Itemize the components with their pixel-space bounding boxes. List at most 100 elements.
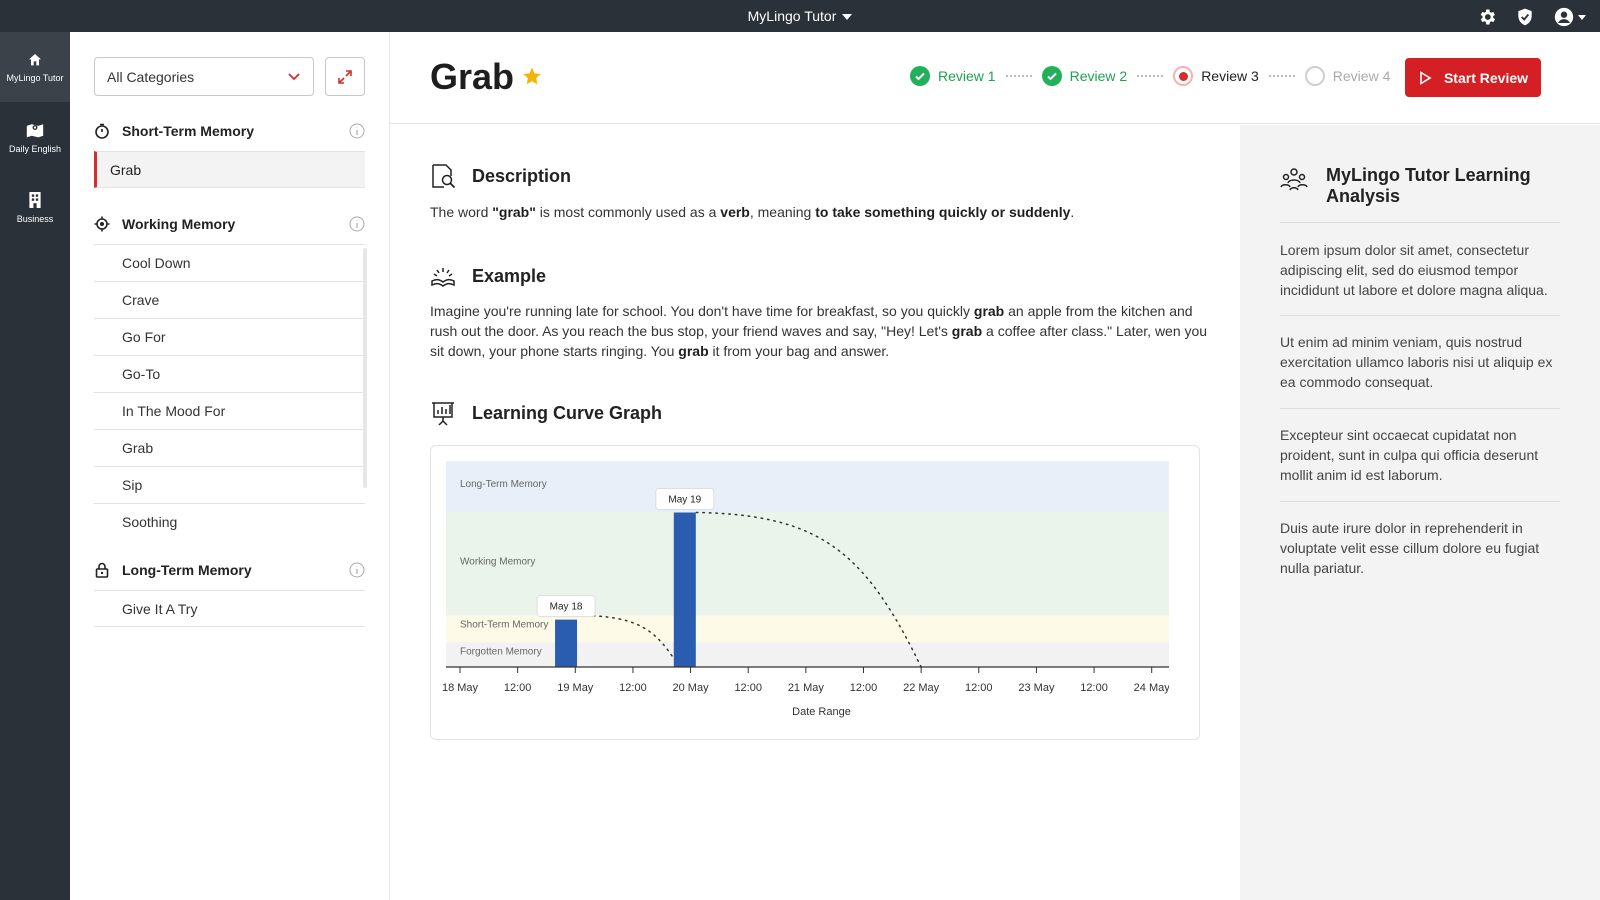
- x-tick-label: 12:00: [734, 682, 762, 694]
- list-item[interactable]: Soothing: [94, 503, 365, 540]
- lock-icon: [94, 562, 110, 578]
- band-long-term-memory: [446, 461, 1169, 513]
- rail-item-daily-english[interactable]: Daily English: [0, 102, 70, 172]
- group-title: Long-Term Memory: [122, 562, 252, 578]
- text-segment: grab: [678, 343, 709, 359]
- category-select-value: All Categories: [107, 68, 195, 85]
- list-item[interactable]: Give It A Try: [94, 590, 365, 627]
- list-item[interactable]: Sip: [94, 466, 365, 503]
- check-circle-icon: [1041, 66, 1062, 86]
- x-tick-label: 12:00: [965, 682, 993, 694]
- bar-label: May 18: [550, 602, 583, 613]
- step-review-4[interactable]: Review 4: [1304, 66, 1391, 86]
- text-segment: The word: [430, 204, 493, 220]
- step-connector: [1137, 75, 1164, 77]
- x-tick-label: 22 May: [903, 682, 940, 694]
- stopwatch-icon: [94, 123, 110, 139]
- step-connector: [1005, 75, 1032, 77]
- x-tick-label: 21 May: [788, 682, 825, 694]
- x-tick-label: 12:00: [850, 682, 878, 694]
- category-panel: All Categories Short-Term Memory Grab Wo…: [70, 32, 390, 900]
- badge-check-icon[interactable]: [1515, 7, 1535, 27]
- chevron-down-icon: [288, 73, 300, 81]
- analysis-panel: MyLingo Tutor Learning Analysis Lorem ip…: [1240, 125, 1600, 900]
- x-tick-label: 12:00: [504, 682, 532, 694]
- band-forgotten-memory: [446, 642, 1169, 667]
- list-item[interactable]: Crave: [94, 281, 365, 318]
- list-item[interactable]: Cool Down: [94, 244, 365, 281]
- list-item[interactable]: Go-To: [94, 355, 365, 392]
- step-label: Review 2: [1069, 68, 1128, 84]
- info-icon[interactable]: [349, 123, 365, 139]
- x-axis-title: Date Range: [792, 706, 851, 718]
- start-review-label: Start Review: [1443, 69, 1529, 86]
- band-label: Working Memory: [460, 557, 535, 568]
- learning-curve-chart: Forgotten Memory Short-Term Memory Working…: [430, 445, 1200, 740]
- left-rail: MyLingo Tutor Daily English Business: [0, 32, 70, 900]
- check-circle-icon: [910, 66, 930, 86]
- app-switcher[interactable]: MyLingo Tutor: [0, 0, 1600, 32]
- step-review-3[interactable]: Review 3: [1173, 66, 1259, 86]
- divider: [1280, 315, 1560, 316]
- band-label: Forgotten Memory: [460, 646, 542, 657]
- account-icon[interactable]: [1553, 6, 1586, 28]
- group-working-memory: Working Memory Cool Down Crave Go For Go…: [94, 204, 367, 540]
- rail-label: Daily English: [8, 143, 62, 154]
- gear-icon[interactable]: [1477, 7, 1497, 27]
- section-title: Example: [472, 265, 547, 286]
- section-title: Learning Curve Graph: [472, 402, 663, 423]
- group-long-term-memory: Long-Term Memory Give It A Try: [94, 550, 365, 627]
- chart-bar: [673, 512, 696, 667]
- analysis-paragraph: Excepteur sint occaecat cupidatat non pr…: [1280, 427, 1539, 483]
- scrollbar[interactable]: [363, 248, 367, 488]
- list-item[interactable]: Grab: [94, 151, 365, 188]
- bar-label: May 19: [668, 495, 701, 506]
- list-item[interactable]: In The Mood For: [94, 392, 365, 429]
- text-segment: to take something quickly or suddenly: [815, 204, 1071, 220]
- gear-brain-icon: [94, 216, 110, 232]
- step-review-1[interactable]: Review 1: [910, 66, 996, 86]
- category-select[interactable]: All Categories: [94, 57, 314, 96]
- x-tick-label: 20 May: [673, 682, 710, 694]
- band-label: Short-Term Memory: [460, 620, 548, 631]
- x-tick-label: 23 May: [1018, 682, 1055, 694]
- text-segment: grab: [951, 323, 983, 339]
- rail-item-mylingo-tutor[interactable]: MyLingo Tutor: [0, 32, 70, 102]
- word-content: Description The word "grab" is most comm…: [390, 125, 1240, 900]
- chart-bar: [555, 619, 578, 667]
- radio-current-icon: [1173, 66, 1194, 86]
- analysis-title: MyLingo Tutor Learning Analysis: [1326, 165, 1531, 206]
- play-icon: [1420, 70, 1432, 85]
- rail-item-business[interactable]: Business: [0, 172, 70, 242]
- step-review-2[interactable]: Review 2: [1041, 66, 1128, 86]
- divider: [1280, 408, 1560, 409]
- step-label: Review 4: [1332, 68, 1391, 84]
- section-title: Description: [472, 165, 572, 186]
- list-item[interactable]: Go For: [94, 318, 365, 355]
- open-book-icon: [431, 268, 455, 287]
- presentation-chart-icon: [432, 402, 454, 426]
- group-short-term-memory: Short-Term Memory Grab: [94, 111, 365, 188]
- people-icon: [1280, 168, 1308, 191]
- text-segment: Imagine you're running late for school. …: [430, 303, 974, 319]
- start-review-button[interactable]: Start Review: [1405, 58, 1541, 97]
- text-segment: , meaning: [749, 204, 816, 220]
- rail-label: Business: [16, 213, 54, 224]
- page-title: Grab: [430, 56, 515, 97]
- step-label: Review 1: [938, 68, 996, 84]
- text-segment: .: [1070, 204, 1075, 220]
- graph-heading: Learning Curve Graph: [430, 400, 662, 426]
- band-label: Long-Term Memory: [460, 479, 547, 490]
- text-segment: verb: [720, 204, 750, 220]
- divider: [1280, 222, 1560, 223]
- info-icon[interactable]: [349, 216, 365, 232]
- group-title: Short-Term Memory: [122, 123, 254, 139]
- star-icon[interactable]: [522, 66, 542, 86]
- x-tick-label: 12:00: [1080, 682, 1108, 694]
- map-icon: [26, 123, 44, 137]
- info-icon[interactable]: [349, 562, 365, 578]
- expand-button[interactable]: [325, 57, 365, 96]
- list-item[interactable]: Grab: [94, 429, 365, 466]
- text-segment: it from your bag and answer.: [708, 343, 890, 359]
- building-icon: [29, 191, 41, 208]
